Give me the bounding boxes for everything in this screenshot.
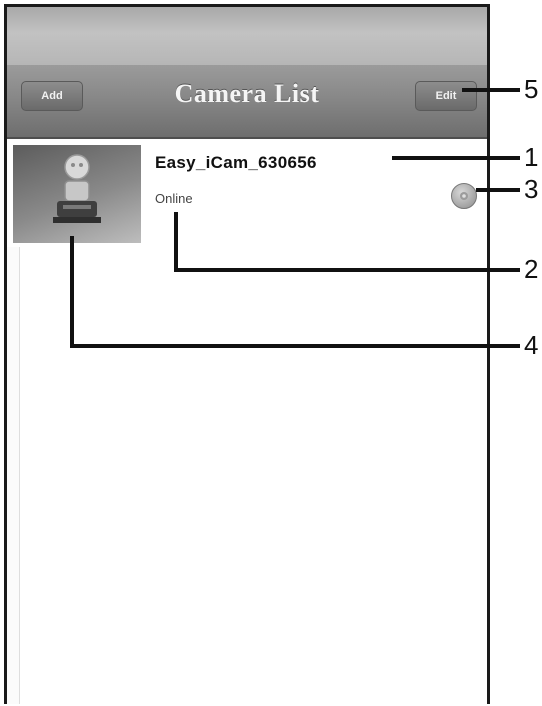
camera-thumbnail[interactable] — [13, 145, 141, 243]
settings-icon — [460, 192, 468, 200]
callout-number-4: 4 — [524, 330, 539, 360]
edit-button[interactable]: Edit — [415, 81, 477, 111]
camera-avatar-icon — [53, 154, 101, 223]
camera-list-item[interactable]: Easy_iCam_630656 Online — [7, 139, 487, 247]
callout-number-2: 2 — [524, 254, 539, 284]
callout-number-1: 1 — [524, 142, 539, 172]
navigation-bar: Add Camera List Edit — [7, 65, 487, 139]
callout-number-5: 5 — [524, 74, 539, 104]
callout-number-3: 3 — [524, 174, 539, 204]
phone-screen: Add Camera List Edit Easy_iCam_630656 On… — [4, 4, 490, 704]
camera-status: Online — [155, 191, 193, 206]
list-margin — [7, 247, 20, 704]
camera-detail-button[interactable] — [451, 183, 477, 209]
camera-name: Easy_iCam_630656 — [155, 153, 317, 172]
status-bar — [7, 7, 487, 65]
